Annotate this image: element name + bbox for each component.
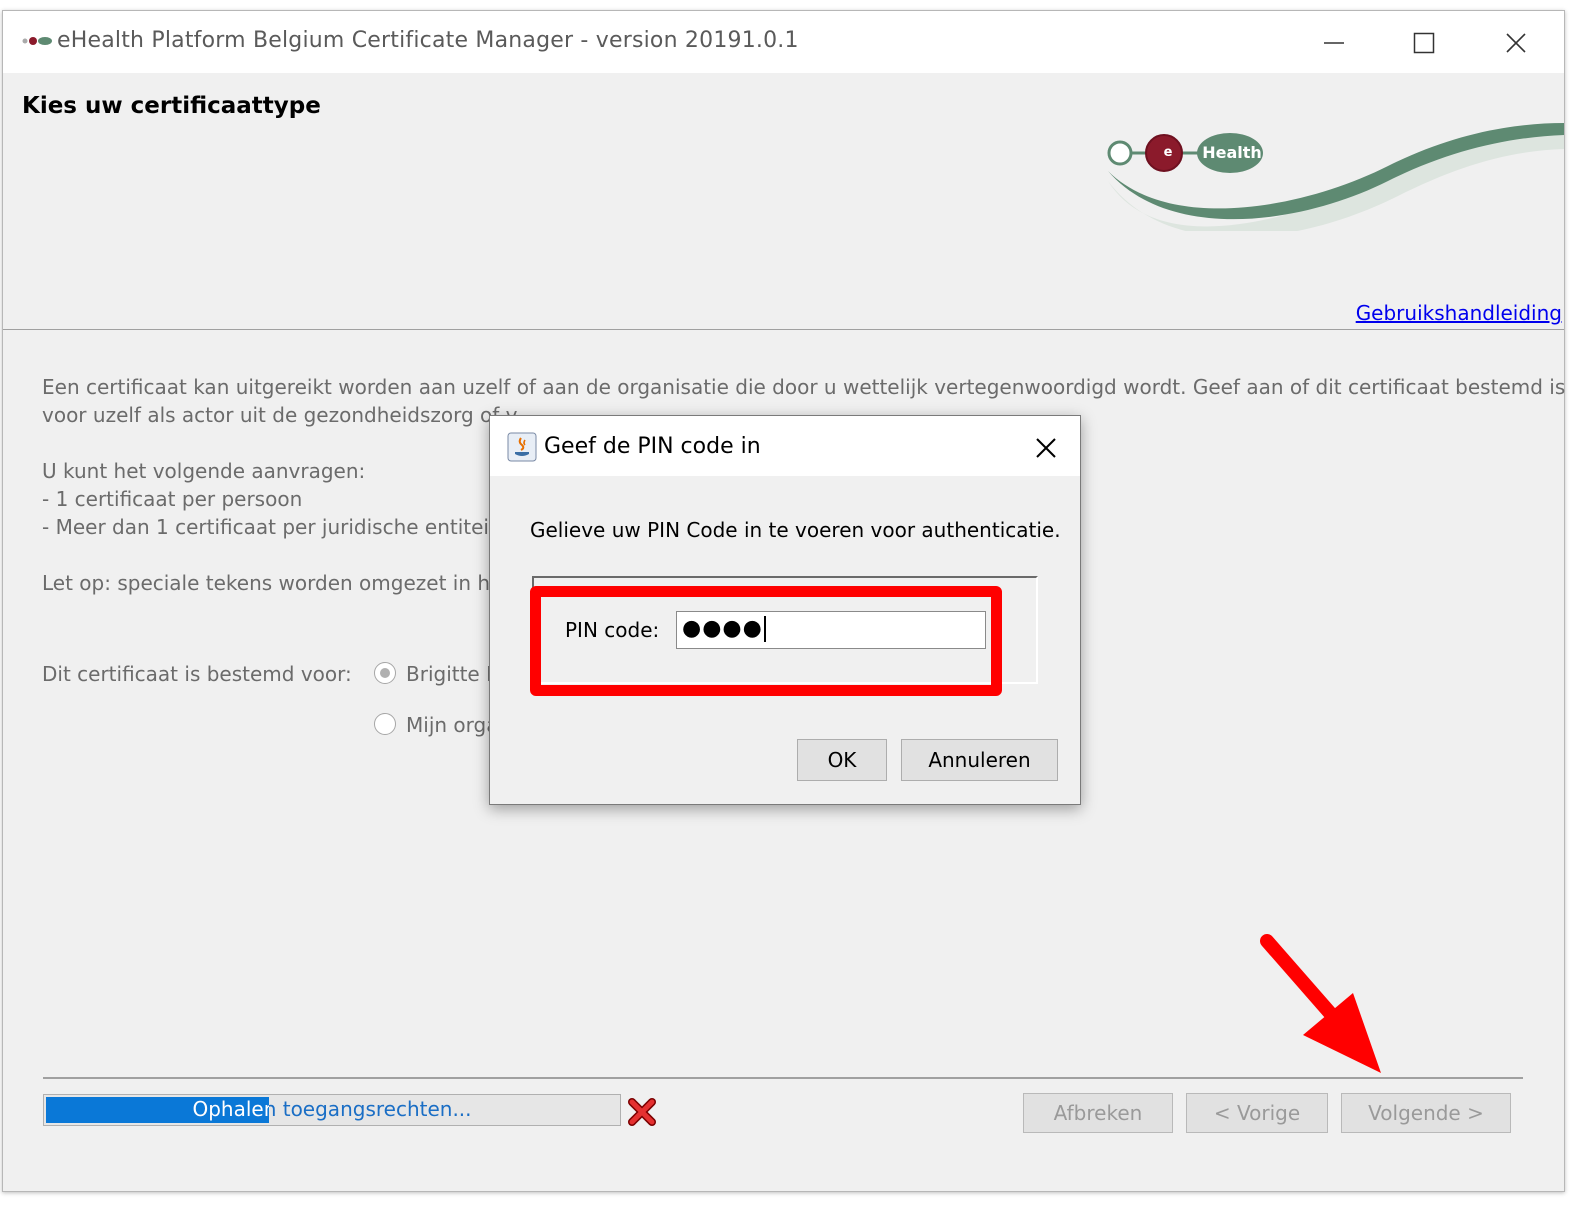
radio-organisation-label[interactable]: Mijn orga (406, 711, 498, 739)
red-highlight-box (530, 586, 1002, 696)
logo-health-text: Health (1202, 143, 1262, 162)
close-button[interactable] (1471, 19, 1561, 67)
minimize-icon (1324, 42, 1344, 44)
minimize-button[interactable] (1289, 19, 1379, 67)
user-manual-link[interactable]: Gebruikshandleiding (1356, 301, 1562, 325)
request-item: - Meer dan 1 certificaat per juridische … (42, 515, 511, 539)
progress-text-overlay: Ophalen toegangsrechten... (192, 1097, 269, 1121)
dialog-title: Geef de PIN code in (544, 434, 761, 459)
maximize-button[interactable] (1379, 19, 1469, 67)
ehealth-app-icon (22, 37, 52, 45)
intro-text-line1: Een certificaat kan uitgereikt worden aa… (42, 375, 1566, 399)
pin-dialog: Geef de PIN code in Gelieve uw PIN Code … (489, 415, 1081, 805)
ok-button[interactable]: OK (797, 739, 887, 781)
dialog-message: Gelieve uw PIN Code in te voeren voor au… (530, 518, 1061, 542)
radio-person[interactable] (374, 662, 396, 684)
dialog-title-bar[interactable]: Geef de PIN code in (490, 416, 1080, 476)
close-icon (1506, 33, 1526, 53)
wizard-header: Kies uw certificaattype e Health Gebruik… (3, 73, 1564, 330)
title-bar[interactable]: eHealth Platform Belgium Certificate Man… (3, 11, 1564, 73)
maximize-icon (1413, 32, 1435, 54)
next-button[interactable]: Volgende > (1341, 1093, 1511, 1133)
logo-e-text: e (1163, 145, 1173, 160)
java-icon (507, 432, 537, 462)
main-window: eHealth Platform Belgium Certificate Man… (2, 10, 1565, 1192)
note-text: Let op: speciale tekens worden omgezet i… (42, 571, 515, 595)
progress-bar: Ophalen toegangsrechten... Ophalen toega… (43, 1094, 621, 1126)
request-heading: U kunt het volgende aanvragen: (42, 459, 366, 483)
close-icon (1036, 438, 1056, 458)
radio-organisation[interactable] (374, 713, 396, 735)
intro-text-line2: voor uzelf als actor uit de gezondheidsz… (42, 403, 518, 427)
dialog-close-button[interactable] (1028, 430, 1064, 466)
ehealth-logo (1107, 123, 1564, 231)
previous-button[interactable]: < Vorige (1186, 1093, 1328, 1133)
page-title: Kies uw certificaattype (22, 93, 321, 119)
request-item: - 1 certificaat per persoon (42, 487, 303, 511)
destination-label: Dit certificaat is bestemd voor: (42, 662, 352, 686)
radio-person-label[interactable]: Brigitte E (406, 660, 499, 688)
annuleren-button[interactable]: Annuleren (901, 739, 1058, 781)
cancel-wizard-button[interactable]: Afbreken (1023, 1093, 1173, 1133)
red-arrow-annotation (1260, 934, 1381, 1073)
window-title: eHealth Platform Belgium Certificate Man… (57, 28, 799, 53)
cancel-progress-icon[interactable] (627, 1097, 657, 1127)
